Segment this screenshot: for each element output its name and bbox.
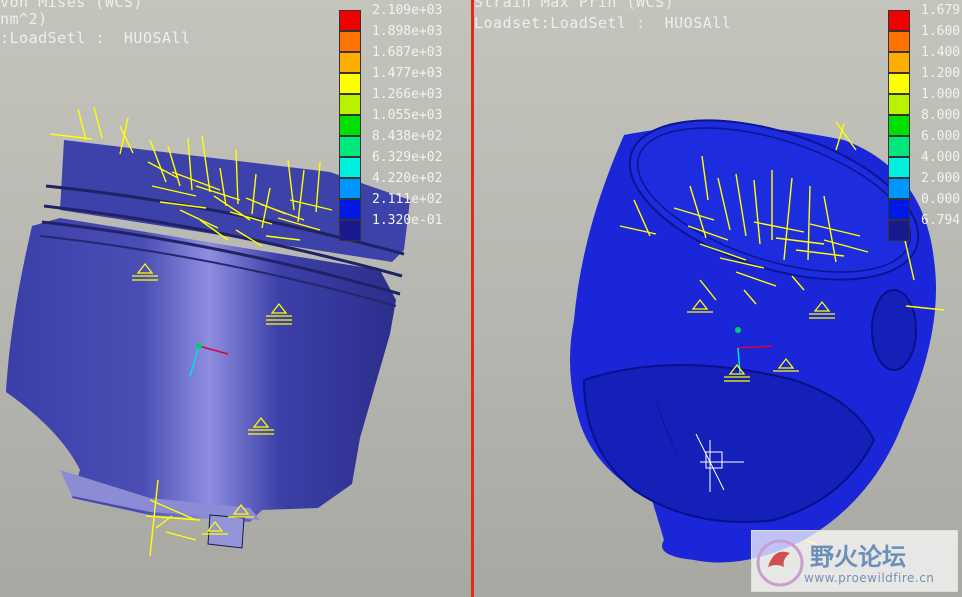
legend-swatch (339, 115, 361, 136)
legend-value: 1.266e+03 (372, 87, 443, 102)
legend-swatch (888, 52, 910, 73)
legend-swatch (888, 136, 910, 157)
result-units: nm^2) (0, 10, 48, 28)
flame-logo-icon (756, 539, 804, 587)
legend-swatch (339, 73, 361, 94)
loadset-label: :LoadSetl : HUOSAll (0, 29, 191, 47)
legend-swatch (888, 94, 910, 115)
legend-swatch (888, 31, 910, 52)
legend-value: 6.000 (921, 129, 961, 144)
legend-swatch (339, 136, 361, 157)
legend-swatch (339, 52, 361, 73)
legend-swatch (339, 10, 361, 31)
legend-value: 1.055e+03 (372, 108, 443, 123)
legend-value: 1.320e-01 (372, 213, 443, 228)
legend-value: 2.109e+03 (372, 3, 443, 18)
legend-swatch (888, 73, 910, 94)
axis-origin (735, 327, 741, 333)
forum-watermark: 野火论坛 www.proewildfire.cn (751, 530, 958, 592)
loadset-label: Loadset:LoadSetl : HUOSAll (474, 14, 732, 32)
legend-value: 2.111e+02 (372, 192, 443, 207)
legend-swatch (888, 199, 910, 220)
legend-swatch (888, 220, 910, 241)
axis-origin (196, 343, 202, 349)
legend-value: 1.477e+03 (372, 66, 443, 81)
legend-value: 8.000 (921, 108, 961, 123)
legend-value: 1.898e+03 (372, 24, 443, 39)
legend-value: 1.679 (921, 3, 961, 18)
legend-swatch (339, 31, 361, 52)
legend-value: 0.000 (921, 192, 961, 207)
legend-value: 1.000 (921, 87, 961, 102)
watermark-url: www.proewildfire.cn (804, 571, 935, 585)
watermark-site-name: 野火论坛 (810, 543, 906, 571)
legend-value: 6.329e+02 (372, 150, 443, 165)
pin-hole (871, 289, 917, 371)
legend-swatch (888, 157, 910, 178)
legend-value: 8.438e+02 (372, 129, 443, 144)
legend-swatch (339, 157, 361, 178)
legend-value: 4.000 (921, 150, 961, 165)
legend-value: 1.600 (921, 24, 961, 39)
legend-value: 6.794 (921, 213, 961, 228)
legend-swatch (888, 10, 910, 31)
legend-swatch (339, 178, 361, 199)
legend-value: 1.687e+03 (372, 45, 443, 60)
legend-value: 1.200 (921, 66, 961, 81)
legend-value: 1.400 (921, 45, 961, 60)
legend-swatch (339, 94, 361, 115)
legend-value: 2.000 (921, 171, 961, 186)
viewport-right-strain[interactable]: Strain Max Prin (WCS) Loadset:LoadSetl :… (474, 0, 962, 597)
legend-value: 4.220e+02 (372, 171, 443, 186)
legend-swatch (339, 199, 361, 220)
viewport-left-von-mises[interactable]: von Mises (WCS) nm^2) :LoadSetl : HUOSAl… (0, 0, 471, 597)
result-title: Strain Max Prin (WCS) (474, 0, 675, 11)
legend-swatch (339, 220, 361, 241)
legend-swatch (888, 178, 910, 199)
legend-swatch (888, 115, 910, 136)
fem-results-window: von Mises (WCS) nm^2) :LoadSetl : HUOSAl… (0, 0, 962, 597)
